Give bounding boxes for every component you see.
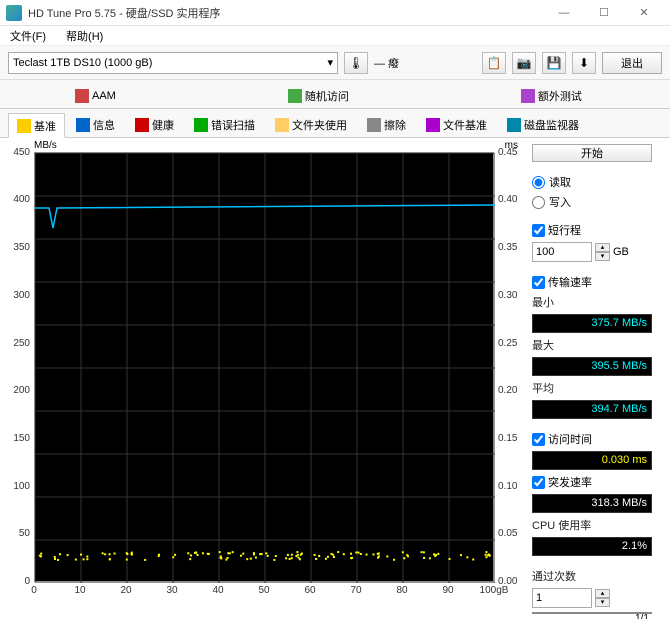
tab-extra[interactable]: 额外测试 (512, 84, 591, 108)
copy-info-button[interactable]: 📋 (482, 52, 506, 74)
benchmark-chart (34, 152, 494, 582)
toolbar: Teclast 1TB DS10 (1000 gB) ▾ 🌡 — 癈 📋 📷 💾… (0, 46, 670, 80)
gridlines (35, 153, 495, 583)
copy-shot-button[interactable]: 📷 (512, 52, 536, 74)
max-value: 395.5 MB/s (532, 357, 652, 376)
transfer-check[interactable]: 传输速率 (532, 274, 652, 290)
tab-row-top: AAM 随机访问 额外测试 (0, 80, 670, 109)
passes-up[interactable]: ▴ (595, 589, 610, 598)
spin-down[interactable]: ▾ (595, 252, 610, 261)
menu-help[interactable]: 帮助(H) (60, 26, 109, 46)
write-radio[interactable]: 写入 (532, 194, 652, 210)
min-value: 375.7 MB/s (532, 314, 652, 333)
maximize-button[interactable]: ☐ (584, 0, 624, 26)
tab-folder[interactable]: 文件夹使用 (266, 113, 356, 137)
progress-bar: 1/1 (532, 612, 652, 614)
read-radio[interactable]: 读取 (532, 174, 652, 190)
temp-icon[interactable]: 🌡 (344, 52, 368, 74)
avg-value: 394.7 MB/s (532, 400, 652, 419)
sidebar: 开始 读取 写入 短行程 ▴▾ GB 传输速率 最小 375.7 MB/s 最大… (532, 144, 652, 612)
temp-dash: — 癈 (374, 55, 399, 71)
passes-label: 通过次数 (532, 568, 652, 584)
window-title: HD Tune Pro 5.75 - 硬盘/SSD 实用程序 (28, 5, 544, 21)
access-value: 0.030 ms (532, 451, 652, 470)
options-button[interactable]: ⬇ (572, 52, 596, 74)
app-icon (6, 5, 22, 21)
cpu-value: 2.1% (532, 537, 652, 556)
chart-svg (35, 153, 495, 583)
tab-erase[interactable]: 擦除 (358, 113, 415, 137)
tab-row-main: 基准 信息 健康 错误扫描 文件夹使用 擦除 文件基准 磁盘监视器 (0, 109, 670, 138)
gb-label: GB (613, 246, 629, 258)
tab-benchmark[interactable]: 基准 (8, 113, 65, 138)
minimize-button[interactable]: — (544, 0, 584, 26)
save-shot-button[interactable]: 💾 (542, 52, 566, 74)
y-unit-left: MB/s (34, 140, 57, 151)
drive-select[interactable]: Teclast 1TB DS10 (1000 gB) ▾ (8, 52, 338, 74)
cpu-label: CPU 使用率 (532, 517, 652, 533)
passes-input[interactable] (532, 588, 592, 608)
menu-file[interactable]: 文件(F) (4, 26, 52, 46)
shortstroke-check[interactable]: 短行程 (532, 222, 652, 238)
burst-value: 318.3 MB/s (532, 494, 652, 513)
max-label: 最大 (532, 337, 652, 353)
chevron-down-icon: ▾ (327, 56, 333, 69)
menubar: 文件(F) 帮助(H) (0, 26, 670, 46)
burst-check[interactable]: 突发速率 (532, 474, 652, 490)
passes-down[interactable]: ▾ (595, 598, 610, 607)
close-button[interactable]: ✕ (624, 0, 664, 26)
tab-random[interactable]: 随机访问 (279, 84, 358, 108)
tab-filebench[interactable]: 文件基准 (417, 113, 496, 137)
min-label: 最小 (532, 294, 652, 310)
tab-info[interactable]: 信息 (67, 113, 124, 137)
tab-health[interactable]: 健康 (126, 113, 183, 137)
chart-area: MB/s ms 0501001502002503003504004500.000… (6, 144, 526, 614)
start-button[interactable]: 开始 (532, 144, 652, 162)
tab-errorscan[interactable]: 错误扫描 (185, 113, 264, 137)
titlebar: HD Tune Pro 5.75 - 硬盘/SSD 实用程序 — ☐ ✕ (0, 0, 670, 26)
avg-label: 平均 (532, 380, 652, 396)
tab-aam[interactable]: AAM (66, 84, 125, 108)
tab-monitor[interactable]: 磁盘监视器 (498, 113, 588, 137)
shortstroke-input[interactable] (532, 242, 592, 262)
main-panel: MB/s ms 0501001502002503003504004500.000… (0, 138, 670, 618)
access-check[interactable]: 访问时间 (532, 431, 652, 447)
drive-select-value: Teclast 1TB DS10 (1000 gB) (13, 57, 152, 69)
exit-button[interactable]: 退出 (602, 52, 662, 74)
spin-up[interactable]: ▴ (595, 243, 610, 252)
